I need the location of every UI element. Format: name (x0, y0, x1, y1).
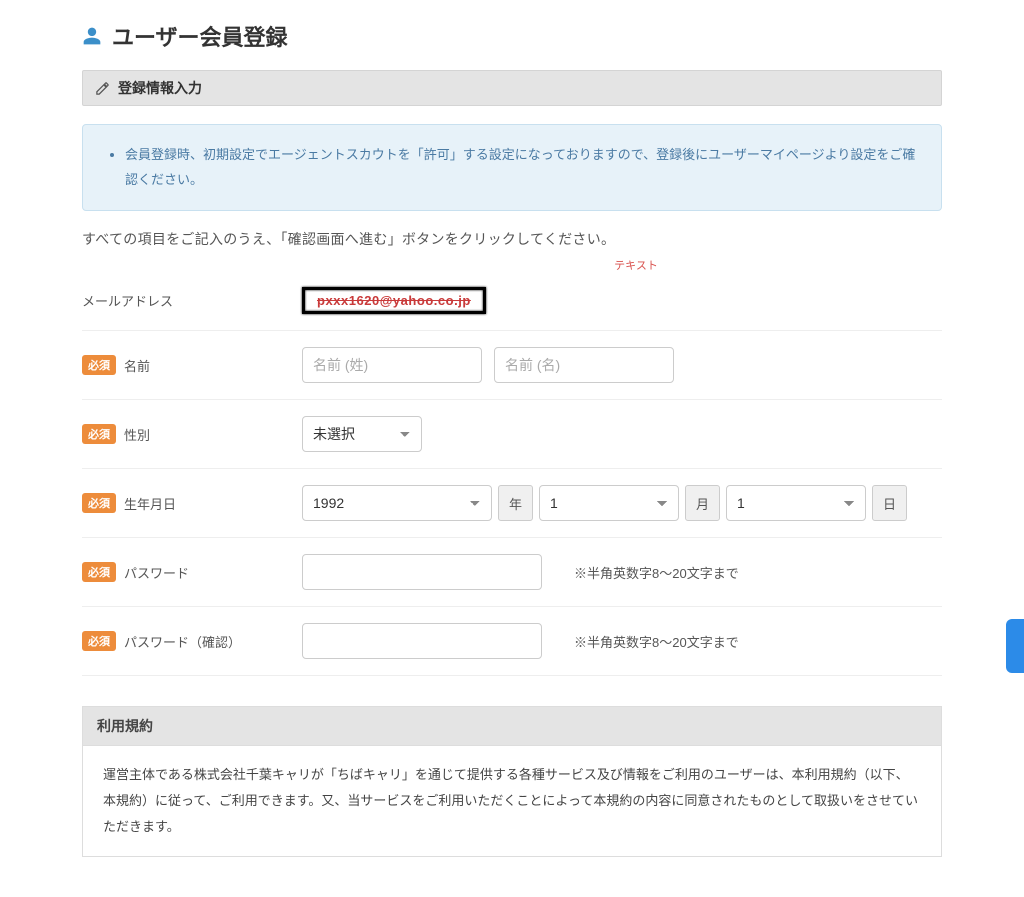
feedback-tab[interactable] (1006, 619, 1024, 673)
alert-text: 会員登録時、初期設定でエージェントスカウトを「許可」する設定になっておりますので… (125, 143, 917, 192)
row-name: 必須 名前 (82, 331, 942, 400)
row-password-confirm: 必須 パスワード（確認） ※半角英数字8〜20文字まで (82, 607, 942, 676)
label-birthday: 生年月日 (124, 494, 176, 513)
panel-title: 登録情報入力 (118, 78, 202, 98)
info-alert: 会員登録時、初期設定でエージェントスカウトを「許可」する設定になっておりますので… (82, 124, 942, 211)
label-gender: 性別 (124, 425, 150, 444)
terms-body: 運営主体である株式会社千葉キャリが「ちばキャリ」を通じて提供する各種サービス及び… (83, 746, 941, 856)
page-title-row: ユーザー会員登録 (82, 20, 942, 52)
password-hint: ※半角英数字8〜20文字まで (574, 563, 739, 582)
row-birthday: 必須 生年月日 1992 年 1 月 1 日 (82, 469, 942, 538)
row-password: 必須 パスワード ※半角英数字8〜20文字まで (82, 538, 942, 607)
password-confirm-hint: ※半角英数字8〜20文字まで (574, 632, 739, 651)
name-last-input[interactable] (302, 347, 482, 383)
email-redacted-value: pxxx1620@yahoo.co.jp (302, 287, 486, 314)
required-badge: 必須 (82, 493, 116, 513)
gender-select[interactable]: 未選択 (302, 416, 422, 452)
edit-icon (95, 81, 110, 96)
row-email: メールアドレス pxxx1620@yahoo.co.jp (82, 271, 942, 331)
label-password-confirm: パスワード（確認） (124, 632, 241, 651)
required-badge: 必須 (82, 631, 116, 651)
required-badge: 必須 (82, 562, 116, 582)
birth-year-select[interactable]: 1992 (302, 485, 492, 521)
year-unit: 年 (498, 485, 533, 521)
password-confirm-input[interactable] (302, 623, 542, 659)
month-unit: 月 (685, 485, 720, 521)
birth-month-select[interactable]: 1 (539, 485, 679, 521)
required-badge: 必須 (82, 424, 116, 444)
password-input[interactable] (302, 554, 542, 590)
label-name: 名前 (124, 356, 150, 375)
label-email: メールアドレス (82, 291, 173, 310)
terms-header: 利用規約 (83, 707, 941, 746)
name-first-input[interactable] (494, 347, 674, 383)
day-unit: 日 (872, 485, 907, 521)
label-password: パスワード (124, 563, 189, 582)
instruction-text: すべての項目をご記入のうえ、「確認画面へ進む」ボタンをクリックしてください。 (82, 229, 942, 249)
birth-day-select[interactable]: 1 (726, 485, 866, 521)
required-badge: 必須 (82, 355, 116, 375)
row-gender: 必須 性別 未選択 (82, 400, 942, 469)
user-icon (82, 24, 102, 48)
page-title: ユーザー会員登録 (112, 20, 288, 52)
panel-header: 登録情報入力 (82, 70, 942, 106)
terms-panel: 利用規約 運営主体である株式会社千葉キャリが「ちばキャリ」を通じて提供する各種サ… (82, 706, 942, 857)
